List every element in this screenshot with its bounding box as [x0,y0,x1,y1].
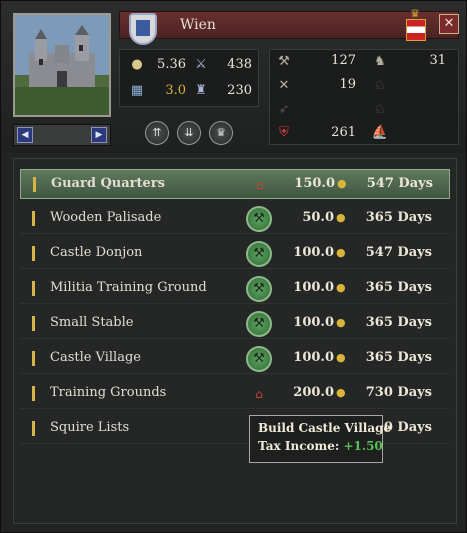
build-time: 730 Days [365,385,432,400]
gold-income-value: 5.36 [157,57,186,72]
tooltip-label: Tax Income: [258,439,340,453]
building-list: Guard Quarters ⌂ 150.0 ● 547 Days Wooden… [13,158,457,524]
cavalry-value: 31 [429,53,446,68]
tech-value: 3.0 [165,83,186,98]
row-marker [32,421,35,436]
levy-icon: ⚔ [195,57,207,72]
building-row-training-grounds[interactable]: Training Grounds ⌂ 200.0 ● 730 Days [20,379,450,409]
knights-value: 261 [331,125,356,140]
building-name: Militia Training Ground [50,280,207,295]
row-marker [32,211,35,226]
row-marker [32,281,35,296]
build-time: 547 Days [366,176,433,191]
row-marker [32,316,35,331]
cavalry-icon: ♞ [374,54,386,69]
crown-icon: ♛ [410,7,420,20]
gold-icon: ● [336,351,346,364]
light-infantry-value: 127 [331,53,356,68]
lower-levy-button[interactable]: ⇊ [177,121,201,145]
build-hammer-icon[interactable]: ⚒ [246,276,272,302]
tech-icon: ▦ [130,83,144,98]
coat-of-arms-icon[interactable] [406,19,426,41]
previous-holding-button[interactable]: ◀ [17,127,33,143]
building-name: Wooden Palisade [50,210,162,225]
row-marker [32,351,35,366]
raise-levy-button[interactable]: ⇈ [145,121,169,145]
building-cost: 200.0 [293,385,334,400]
build-time: 365 Days [365,210,432,225]
garrison-icon: ♜ [195,83,207,98]
holding-window: ◀ ▶ Wien ♛ ✕ ● 5.36 ⚔ 438 ▦ 3.0 ♜ 230 ⇈ … [0,0,467,533]
row-marker [32,386,35,401]
tooltip-line: Tax Income: +1.50 [258,439,383,453]
build-time: 365 Days [365,280,432,295]
construction-icon: ⌂ [255,387,263,401]
horse-archers-icon: ♘ [374,78,386,93]
build-hammer-icon[interactable]: ⚒ [246,311,272,337]
building-row-militia-training-ground[interactable]: Militia Training Ground ⚒ 100.0 ● 365 Da… [20,274,450,304]
building-name: Castle Village [50,350,141,365]
gold-icon: ● [336,316,346,329]
close-button[interactable]: ✕ [439,14,459,34]
gold-icon: ● [337,177,347,190]
building-cost: 100.0 [293,245,334,260]
tooltip-value: +1.50 [343,439,383,453]
building-cost: 50.0 [302,210,334,225]
garrison-value: 230 [227,83,252,98]
building-cost: 100.0 [293,350,334,365]
heavy-infantry-icon: ✕ [278,78,290,93]
building-name: Small Stable [50,315,134,330]
row-marker [32,246,35,261]
archers-icon: ➶ [278,102,290,117]
holding-stats: ● 5.36 ⚔ 438 ▦ 3.0 ♜ 230 [119,49,259,107]
building-name: Guard Quarters [51,176,165,191]
gold-icon: ● [336,211,346,224]
building-row-small-stable[interactable]: Small Stable ⚒ 100.0 ● 365 Days [20,309,450,339]
unit-breakdown: ⚒ 127 ♞ 31 ✕ 19 ♘ ➶ ♘ ⛨ 261 ⛵ [269,49,459,145]
building-row-castle-village[interactable]: Castle Village ⚒ 100.0 ● 365 Days [20,344,450,374]
crown-levy-button[interactable]: ♛ [209,121,233,145]
building-cost: 150.0 [294,176,335,191]
light-infantry-icon: ⚒ [278,54,290,69]
build-time: 365 Days [365,315,432,330]
building-name: Squire Lists [50,420,130,435]
gold-icon: ● [336,246,346,259]
holding-header: ◀ ▶ Wien ♛ ✕ ● 5.36 ⚔ 438 ▦ 3.0 ♜ 230 ⇈ … [1,1,466,153]
gold-coins-icon: ● [131,57,143,72]
castle-portrait [13,13,111,117]
gold-icon: ● [336,386,346,399]
next-holding-button[interactable]: ▶ [91,127,107,143]
pikemen-icon: ♘ [374,102,386,117]
knights-icon: ⛨ [279,125,289,140]
heavy-infantry-value: 19 [339,77,356,92]
holding-name: Wien [180,17,216,33]
building-name: Training Grounds [50,385,167,400]
build-time: 547 Days [365,245,432,260]
castle-type-icon [129,13,157,45]
levy-value: 438 [227,57,252,72]
build-time: 365 Days [365,350,432,365]
build-hammer-icon[interactable]: ⚒ [246,241,272,267]
building-cost: 100.0 [293,280,334,295]
building-row-wooden-palisade[interactable]: Wooden Palisade ⚒ 50.0 ● 365 Days [20,204,450,234]
tooltip-title: Build Castle Village [258,421,392,435]
construction-icon: ⌂ [256,178,264,192]
build-tooltip: Build Castle Village Tax Income: +1.50 [249,415,392,463]
build-hammer-icon[interactable]: ⚒ [246,206,272,232]
building-cost: 100.0 [293,315,334,330]
row-marker [33,177,36,192]
build-hammer-icon[interactable]: ⚒ [246,346,272,372]
building-row-castle-donjon[interactable]: Castle Donjon ⚒ 100.0 ● 547 Days [20,239,450,269]
holding-navigation: ◀ ▶ [13,124,111,146]
galleys-icon: ⛵ [371,125,389,140]
gold-icon: ● [336,281,346,294]
building-row-guard-quarters[interactable]: Guard Quarters ⌂ 150.0 ● 547 Days [20,169,450,199]
building-name: Castle Donjon [50,245,143,260]
